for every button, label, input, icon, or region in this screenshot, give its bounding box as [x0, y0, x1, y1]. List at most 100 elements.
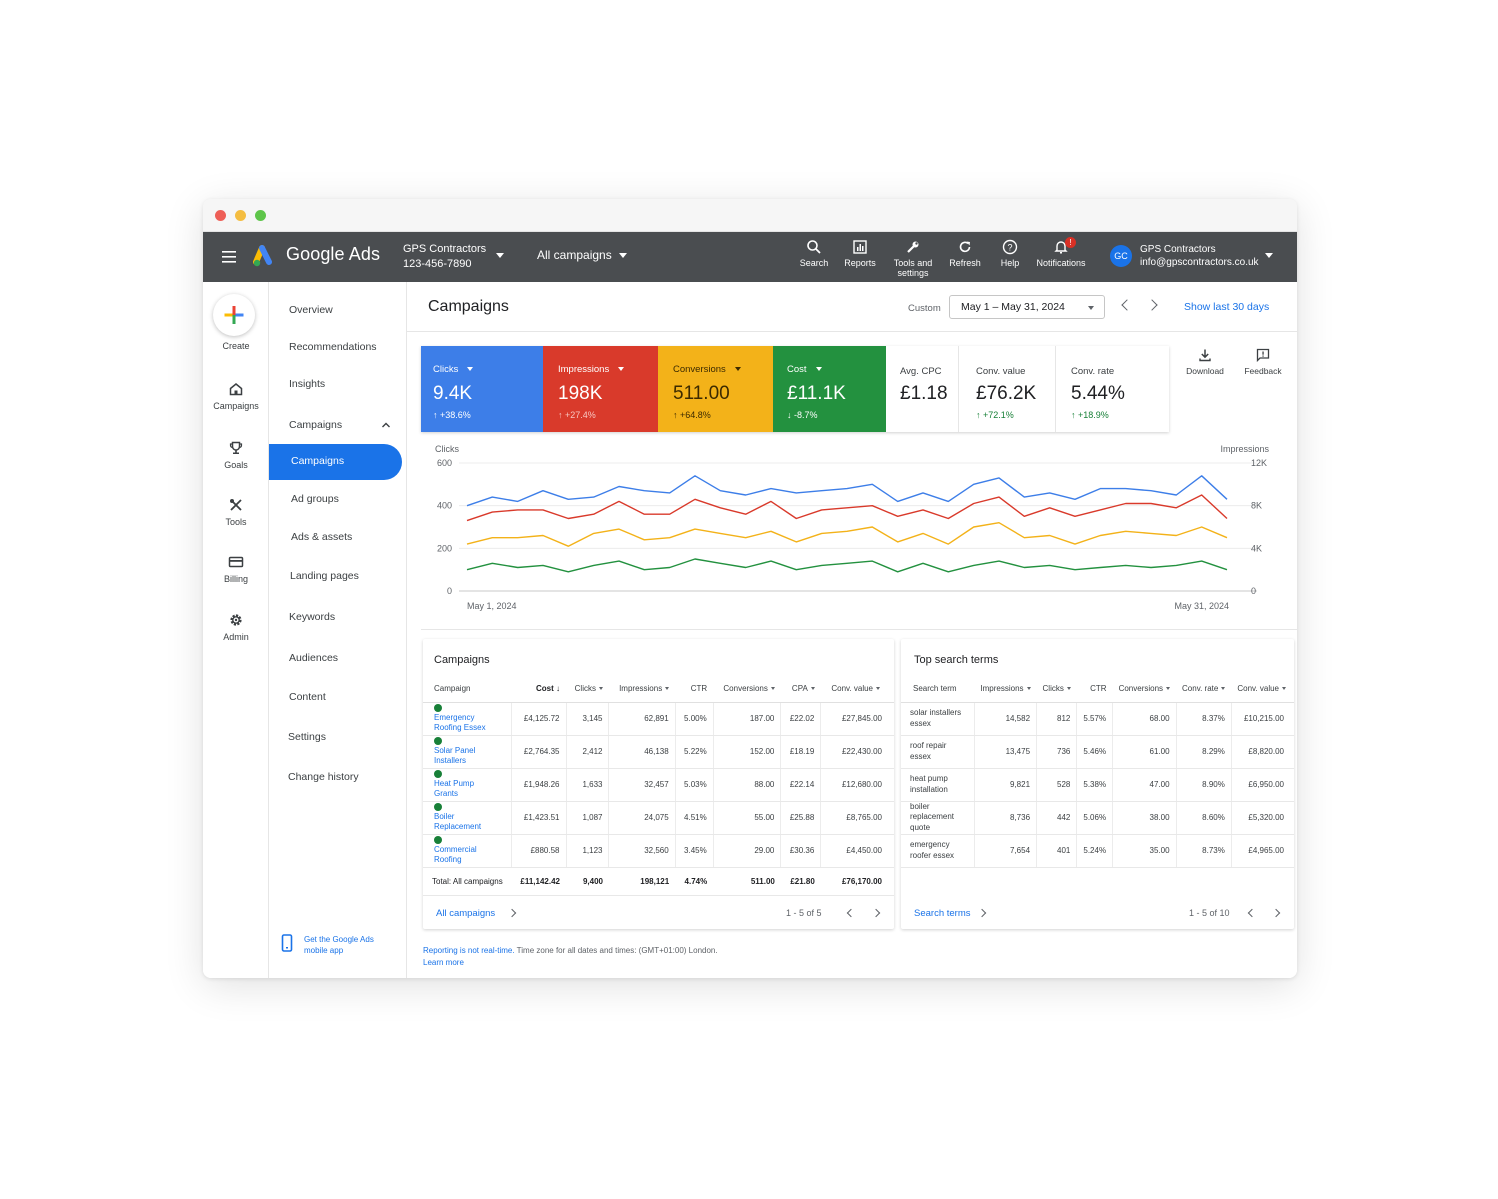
create-button[interactable]	[213, 294, 255, 336]
rail-item-campaigns[interactable]: Campaigns	[203, 381, 269, 411]
minimize-dot[interactable]	[235, 210, 246, 221]
prev-page-icon[interactable]	[846, 908, 856, 918]
nav-item-keywords[interactable]: Keywords	[289, 611, 335, 623]
col-conv-value[interactable]: Conv. value	[820, 675, 894, 703]
campaign-link[interactable]: Solar Panel Installers	[434, 746, 490, 767]
metric-tile-avg-cpc[interactable]: Avg. CPC £1.18	[886, 346, 959, 432]
user-info[interactable]: GPS Contractors info@gpscontractors.co.u…	[1140, 243, 1259, 269]
user-caret-icon[interactable]	[1265, 253, 1273, 258]
table-row[interactable]: Heat Pump Grants £1,948.26 1,633 32,457 5.03…	[423, 768, 894, 802]
y-right-tick-label: 0	[1251, 586, 1256, 596]
table-row[interactable]: Solar Panel Installers £2,764.35 2,412 46,1…	[423, 735, 894, 769]
col-st-ctr[interactable]: CTR	[1076, 675, 1113, 703]
nav-item-recommendations[interactable]: Recommendations	[289, 341, 377, 353]
menu-icon[interactable]	[220, 247, 240, 267]
caret-down-icon[interactable]	[467, 367, 474, 372]
table-row[interactable]: roof repair essex 13,475 736 5.46% 61.00 8.29…	[901, 735, 1294, 769]
top-tools-button[interactable]: Tools and settings	[885, 237, 941, 278]
col-st-conv-value[interactable]: Conv. value	[1231, 675, 1294, 703]
caret-down-icon[interactable]	[618, 367, 625, 372]
table-row[interactable]: Emergency Roofing Essex £4,125.72 3,145 62,…	[423, 702, 894, 736]
campaign-selector[interactable]: All campaigns	[537, 248, 612, 262]
col-st-conversions[interactable]: Conversions	[1112, 675, 1177, 703]
prev-page-icon[interactable]	[1247, 908, 1257, 918]
campaign-link[interactable]: Boiler Replacement	[434, 812, 490, 833]
nav-item-landing-pages[interactable]: Landing pages	[290, 570, 359, 582]
campaign-caret-icon[interactable]	[619, 253, 627, 258]
rail-item-billing[interactable]: Billing	[203, 554, 269, 584]
table-cell: 9,821	[973, 768, 1037, 802]
nav-item-insights[interactable]: Insights	[289, 378, 325, 390]
nav-item-content[interactable]: Content	[289, 691, 326, 703]
table-row[interactable]: heat pump installation 9,821 528 5.38% 47.00…	[901, 768, 1294, 802]
metrics-scorecard: Clicks 9.4K ↑ +38.6% Impressions 198K ↑ …	[421, 346, 1169, 432]
learn-more-link[interactable]: Learn more	[423, 958, 464, 967]
col-cpa[interactable]: CPA	[780, 675, 821, 703]
col-st-clicks[interactable]: Clicks	[1036, 675, 1077, 703]
nav-item-settings[interactable]: Settings	[288, 731, 326, 743]
date-range-picker[interactable]: May 1 – May 31, 2024	[949, 295, 1105, 319]
col-ctr[interactable]: CTR	[675, 675, 714, 703]
table-row[interactable]: Commercial Roofing £880.58 1,123 32,560 3.45…	[423, 834, 894, 868]
col-campaign[interactable]: Campaign	[423, 675, 511, 703]
account-caret-icon[interactable]	[496, 253, 504, 258]
metric-tile-impressions[interactable]: Impressions 198K ↑ +27.4%	[543, 346, 658, 432]
close-dot[interactable]	[215, 210, 226, 221]
metric-tile-conv-rate[interactable]: Conv. rate 5.44% ↑ +18.9%	[1056, 346, 1169, 432]
metric-tile-conv-value[interactable]: Conv. value £76.2K ↑ +72.1%	[959, 346, 1056, 432]
next-page-icon[interactable]	[1271, 908, 1281, 918]
metric-tile-clicks[interactable]: Clicks 9.4K ↑ +38.6%	[421, 346, 543, 432]
rail-item-admin[interactable]: Admin	[203, 612, 269, 642]
left-rail: Create Campaigns Goals Tools Billing Adm…	[203, 282, 269, 978]
campaign-link[interactable]: Emergency Roofing Essex	[434, 713, 490, 734]
table-cell: 3.45%	[674, 834, 714, 868]
col-cost[interactable]: Cost ↓	[511, 675, 566, 703]
table-row[interactable]: emergency roofer essex 7,654 401 5.24% 35.00…	[901, 834, 1294, 868]
download-button[interactable]: Download	[1177, 348, 1233, 376]
maximize-dot[interactable]	[255, 210, 266, 221]
col-conversions[interactable]: Conversions	[713, 675, 781, 703]
table-row[interactable]: solar installers essex 14,582 812 5.57% 68.0…	[901, 702, 1294, 736]
chevron-right-icon[interactable]	[977, 908, 987, 918]
caret-down-icon[interactable]	[734, 367, 741, 372]
all-campaigns-link[interactable]: All campaigns	[436, 908, 495, 919]
nav-item-audiences[interactable]: Audiences	[289, 652, 338, 664]
campaign-link[interactable]: Commercial Roofing	[434, 845, 490, 866]
metric-tile-conversions[interactable]: Conversions 511.00 ↑ +64.8%	[658, 346, 773, 432]
campaign-link[interactable]: Heat Pump Grants	[434, 779, 490, 800]
next-period-icon[interactable]	[1146, 299, 1158, 311]
top-notifications-button[interactable]: Notifications	[1033, 237, 1089, 268]
col-impressions[interactable]: Impressions	[608, 675, 676, 703]
nav-item-campaigns-active[interactable]: Campaigns	[269, 444, 402, 480]
feedback-button[interactable]: Feedback	[1235, 348, 1291, 376]
prev-period-icon[interactable]	[1121, 299, 1133, 311]
search-terms-link[interactable]: Search terms	[914, 908, 971, 919]
table-cell: 8.29%	[1175, 735, 1232, 769]
account-switcher[interactable]: GPS Contractors 123-456-7890	[403, 242, 486, 272]
caret-down-icon[interactable]	[815, 367, 822, 372]
col-clicks[interactable]: Clicks	[566, 675, 609, 703]
metric-tile-cost[interactable]: Cost £11.1K ↓ -8.7%	[773, 346, 886, 432]
status-enabled-icon	[434, 770, 442, 779]
reporting-link[interactable]: Reporting is not real-time.	[423, 946, 515, 955]
nav-item-ad-groups[interactable]: Ad groups	[291, 493, 339, 505]
table-row[interactable]: boiler replacement quote 8,736 442 5.06% 38.…	[901, 801, 1294, 835]
nav-item-change-history[interactable]: Change history	[288, 771, 359, 783]
chevron-up-icon[interactable]	[381, 421, 391, 429]
next-page-icon[interactable]	[871, 908, 881, 918]
col-st-impressions[interactable]: Impressions	[974, 675, 1037, 703]
rail-item-goals[interactable]: Goals	[203, 440, 269, 470]
col-st-conv-rate[interactable]: Conv. rate	[1176, 675, 1232, 703]
nav-item-overview[interactable]: Overview	[289, 304, 333, 316]
rail-item-tools[interactable]: Tools	[203, 497, 269, 527]
table-row[interactable]: Boiler Replacement £1,423.51 1,087 24,075 4.…	[423, 801, 894, 835]
chevron-right-icon[interactable]	[507, 908, 517, 918]
top-help-button[interactable]: ? Help	[982, 237, 1038, 268]
nav-item-ads-assets[interactable]: Ads & assets	[291, 531, 352, 543]
get-app-link[interactable]: Get the Google Ads mobile app	[304, 934, 394, 956]
nav-group-campaigns[interactable]: Campaigns	[289, 419, 342, 431]
top-reports-button[interactable]: Reports	[832, 237, 888, 268]
show-last-30-days-link[interactable]: Show last 30 days	[1184, 301, 1269, 313]
avatar[interactable]: GC	[1110, 245, 1132, 267]
col-search-term[interactable]: Search term	[901, 675, 975, 703]
